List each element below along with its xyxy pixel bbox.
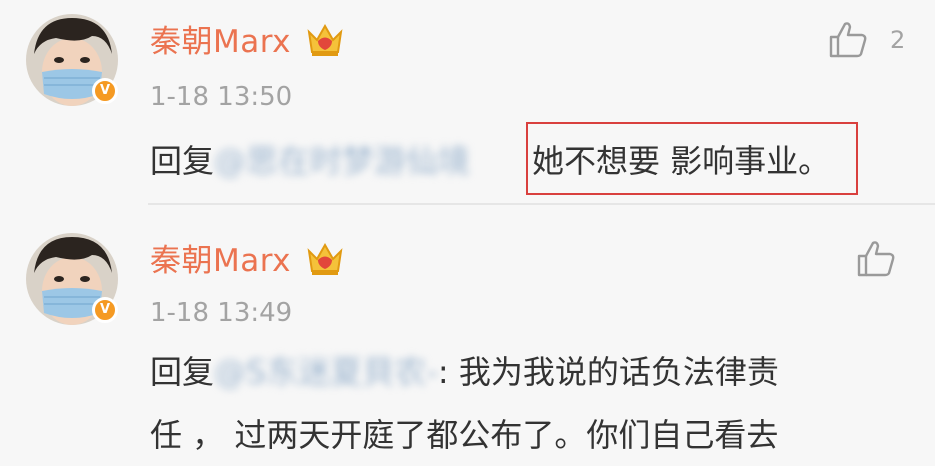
avatar[interactable]: V xyxy=(26,233,118,325)
comment-text-line2: 任 ， 过两天开庭了都公布了。你们自己看去 xyxy=(150,416,779,454)
comment-list: V 秦朝Marx 1-18 13:50 2 回复@思在时梦游仙境 她不想要 影响… xyxy=(0,0,935,466)
verified-badge-icon: V xyxy=(92,78,118,104)
comment-text: 回复@思在时梦游仙境 xyxy=(150,139,470,183)
thumbs-up-icon[interactable] xyxy=(854,237,898,281)
like-count: 2 xyxy=(890,26,906,54)
reply-prefix: 回复 xyxy=(150,142,215,180)
mention-link[interactable]: @S东迷夏貝农- xyxy=(214,350,438,394)
comment-timestamp: 1-18 13:49 xyxy=(150,298,293,328)
verified-badge-icon: V xyxy=(92,297,118,323)
thumbs-up-icon[interactable] xyxy=(826,18,870,62)
comment-text-line1: : 我为我说的话负法律责 xyxy=(437,353,779,391)
avatar[interactable]: V xyxy=(26,14,118,106)
vip-crown-icon xyxy=(305,239,345,279)
comment-item: V 秦朝Marx 1-18 13:50 2 回复@思在时梦游仙境 她不想要 影响… xyxy=(0,0,935,204)
vip-crown-icon xyxy=(305,20,345,60)
comment-text: 回复@S东迷夏貝农-: 我为我说的话负法律责 xyxy=(150,350,779,394)
comment-timestamp: 1-18 13:50 xyxy=(150,82,293,112)
reply-prefix: 回复 xyxy=(150,353,215,391)
username[interactable]: 秦朝Marx xyxy=(150,22,291,62)
comment-item: V 秦朝Marx 1-18 13:49 回复@S东迷夏貝农-: 我为我说的话负法… xyxy=(0,205,935,466)
highlight-box xyxy=(526,122,858,195)
mention-link[interactable]: @思在时梦游仙境 xyxy=(214,139,470,183)
username[interactable]: 秦朝Marx xyxy=(150,241,291,281)
